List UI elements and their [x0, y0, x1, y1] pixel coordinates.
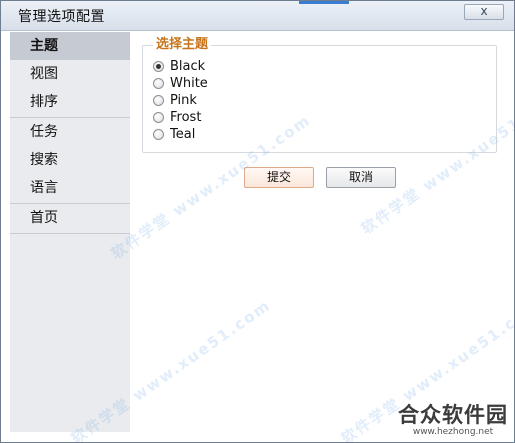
- sidebar-item-sort[interactable]: 排序: [10, 88, 130, 116]
- radio-unchecked-icon[interactable]: [153, 78, 164, 89]
- theme-option-label: Teal: [170, 127, 196, 142]
- radio-unchecked-icon[interactable]: [153, 112, 164, 123]
- sidebar-item-search[interactable]: 搜索: [10, 146, 130, 174]
- title-accent-strip: [299, 1, 349, 4]
- theme-option-teal[interactable]: Teal: [153, 126, 195, 143]
- window-title: 管理选项配置: [18, 9, 105, 25]
- sidebar-item-tasks[interactable]: 任务: [10, 118, 130, 146]
- theme-option-label: Pink: [170, 93, 197, 108]
- radio-checked-icon[interactable]: [153, 61, 164, 72]
- theme-option-black[interactable]: Black: [153, 58, 205, 75]
- theme-panel: 选择主题 Black White Pink Frost Teal 提交 取消: [130, 32, 514, 442]
- theme-option-label: White: [170, 76, 208, 91]
- theme-option-frost[interactable]: Frost: [153, 109, 201, 126]
- cancel-button[interactable]: 取消: [326, 167, 396, 188]
- radio-unchecked-icon[interactable]: [153, 129, 164, 140]
- theme-option-label: Frost: [170, 110, 202, 125]
- theme-option-pink[interactable]: Pink: [153, 92, 197, 109]
- sidebar: 主题 视图 排序 任务 搜索 语言 首页: [10, 32, 130, 432]
- sidebar-item-theme[interactable]: 主题: [10, 32, 130, 60]
- sidebar-divider: [10, 233, 130, 234]
- options-dialog: 管理选项配置 x 主题 视图 排序 任务 搜索 语言 首页 选择主题 Black: [0, 0, 515, 443]
- theme-option-white[interactable]: White: [153, 75, 208, 92]
- radio-unchecked-icon[interactable]: [153, 95, 164, 106]
- title-bar: 管理选项配置 x: [1, 1, 514, 31]
- sidebar-item-home[interactable]: 首页: [10, 204, 130, 232]
- theme-option-label: Black: [170, 59, 206, 74]
- submit-button[interactable]: 提交: [244, 167, 314, 188]
- sidebar-item-view[interactable]: 视图: [10, 60, 130, 88]
- close-icon: x: [480, 4, 488, 18]
- close-button[interactable]: x: [464, 4, 504, 20]
- dialog-body: 主题 视图 排序 任务 搜索 语言 首页 选择主题 Black White Pi…: [1, 31, 514, 442]
- sidebar-item-language[interactable]: 语言: [10, 174, 130, 202]
- group-title: 选择主题: [153, 37, 212, 53]
- theme-group-box: 选择主题 Black White Pink Frost Teal: [142, 37, 497, 153]
